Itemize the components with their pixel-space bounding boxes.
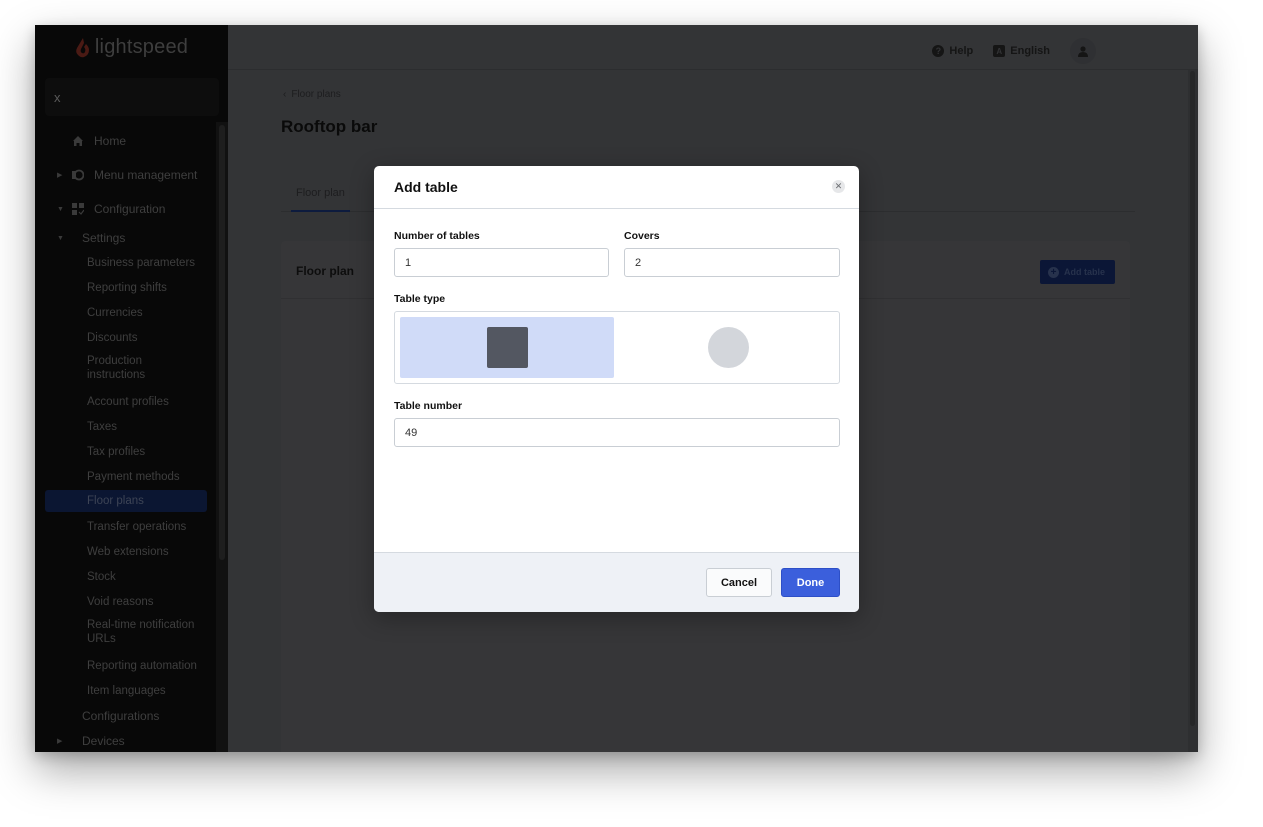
brand-name: lightspeed (94, 36, 189, 58)
modal-title: Add table (394, 179, 458, 195)
sidebar-item-business-parameters[interactable]: Business parameters (35, 252, 216, 274)
caret-down-icon: ▼ (57, 234, 64, 242)
sidebar-item-configuration[interactable]: ▼ Configuration (35, 198, 216, 220)
sidebar-item-web-extensions[interactable]: Web extensions (35, 541, 216, 563)
lightspeed-flame-icon (76, 37, 89, 57)
cancel-button[interactable]: Cancel (706, 568, 772, 597)
sidebar-item-reporting-shifts[interactable]: Reporting shifts (35, 277, 216, 299)
round-table-icon (707, 327, 749, 368)
square-table-icon (486, 327, 528, 368)
help-button[interactable]: ? Help (932, 45, 973, 57)
add-table-button[interactable]: + Add table (1039, 260, 1115, 284)
add-table-modal: Add table ✕ Number of tables Covers Tabl… (374, 166, 859, 612)
sidebar-item-settings[interactable]: ▼ Settings (35, 227, 216, 249)
sidebar-item-void-reasons[interactable]: Void reasons (35, 591, 216, 613)
top-bar: ? Help A English (228, 25, 1198, 70)
sidebar-item-account-profiles[interactable]: Account profiles (35, 391, 216, 413)
sidebar-item-home[interactable]: Home (35, 130, 216, 152)
sidebar-item-reporting-automation[interactable]: Reporting automation (35, 655, 216, 677)
sidebar: lightspeed x Home ▶ Menu management ▼ Co… (35, 25, 228, 752)
close-icon: x (54, 89, 61, 105)
sidebar-item-stock[interactable]: Stock (35, 566, 216, 588)
modal-footer: Cancel Done (374, 552, 859, 612)
home-icon (73, 136, 83, 146)
sidebar-item-taxes[interactable]: Taxes (35, 416, 216, 438)
tab-floor-plan[interactable]: Floor plan (291, 175, 350, 212)
covers-label: Covers (624, 230, 660, 242)
table-type-round-option[interactable] (621, 317, 835, 378)
user-icon (1078, 45, 1088, 57)
sidebar-close-button[interactable]: x (45, 78, 219, 116)
sidebar-item-discounts[interactable]: Discounts (35, 327, 216, 349)
breadcrumb-back-link[interactable]: ‹ Floor plans (283, 89, 341, 100)
table-type-square-option[interactable] (400, 317, 614, 378)
configuration-icon (72, 203, 84, 215)
app-window: lightspeed x Home ▶ Menu management ▼ Co… (35, 25, 1198, 752)
sidebar-item-currencies[interactable]: Currencies (35, 302, 216, 324)
help-icon: ? (932, 45, 945, 57)
sidebar-item-configurations[interactable]: Configurations (35, 705, 216, 727)
caret-right-icon: ▶ (57, 738, 63, 745)
table-number-input[interactable] (394, 418, 840, 447)
table-type-label: Table type (394, 293, 446, 305)
language-icon: A (993, 45, 1006, 57)
sidebar-item-devices[interactable]: ▶ Devices (35, 730, 216, 752)
number-of-tables-label: Number of tables (394, 230, 480, 242)
sidebar-item-production-instructions[interactable]: Production instructions (35, 353, 216, 383)
page-title: Rooftop bar (281, 117, 378, 136)
table-type-picker (394, 311, 840, 384)
topbar-actions: ? Help A English (932, 38, 1096, 64)
sidebar-item-tax-profiles[interactable]: Tax profiles (35, 441, 216, 463)
table-number-label: Table number (394, 400, 463, 412)
language-selector[interactable]: A English (993, 45, 1050, 57)
sidebar-scrollbar-thumb[interactable] (219, 125, 225, 560)
chevron-left-icon: ‹ (283, 89, 287, 100)
close-modal-button[interactable]: ✕ (832, 180, 845, 193)
plus-circle-icon: + (1047, 266, 1059, 278)
card-title: Floor plan (296, 264, 354, 278)
done-button[interactable]: Done (781, 568, 840, 597)
sidebar-item-payment-methods[interactable]: Payment methods (35, 466, 216, 488)
covers-input[interactable] (624, 248, 840, 277)
sidebar-item-menu-management[interactable]: ▶ Menu management (35, 164, 216, 186)
main-scrollbar-thumb[interactable] (1190, 71, 1195, 726)
caret-right-icon: ▶ (57, 172, 63, 179)
number-of-tables-input[interactable] (394, 248, 609, 277)
menu-management-icon (72, 169, 84, 181)
sidebar-item-item-languages[interactable]: Item languages (35, 680, 216, 702)
modal-header: Add table ✕ (374, 166, 859, 209)
user-avatar-button[interactable] (1070, 38, 1096, 64)
close-icon: ✕ (834, 181, 843, 191)
sidebar-item-transfer-operations[interactable]: Transfer operations (35, 516, 216, 538)
sidebar-item-floor-plans[interactable]: Floor plans (45, 490, 207, 512)
caret-down-icon: ▼ (57, 205, 64, 213)
sidebar-item-real-time-notification-urls[interactable]: Real-time notification URLs (35, 617, 216, 647)
brand-logo[interactable]: lightspeed (35, 25, 228, 70)
